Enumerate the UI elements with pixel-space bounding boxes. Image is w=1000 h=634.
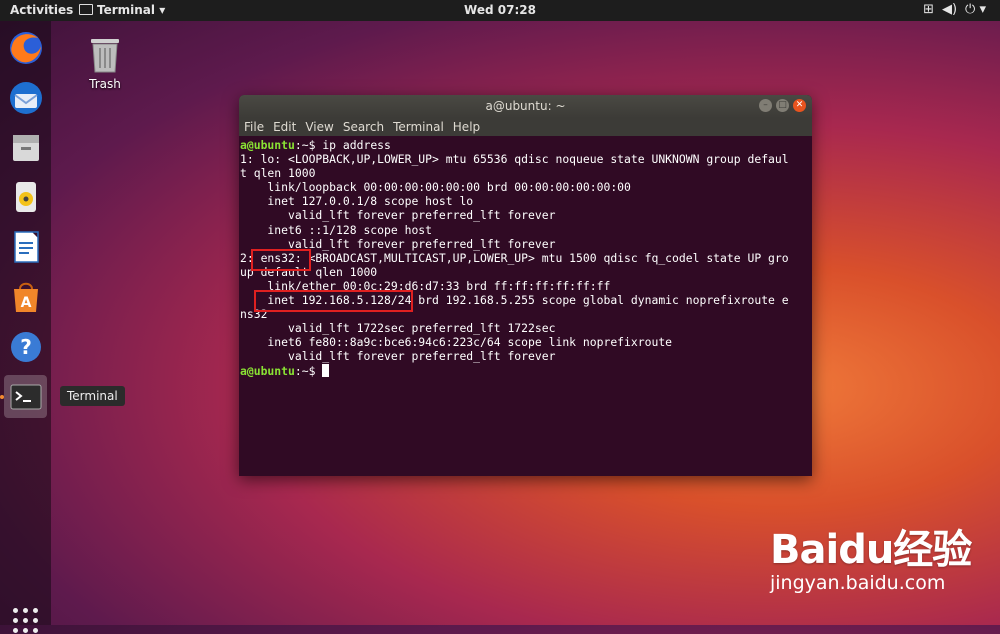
network-icon[interactable]: ⊞ [923,2,934,17]
output-line: inet 127.0.0.1/8 scope host lo [240,194,474,209]
baidu-watermark: Baidu经验 jingyan.baidu.com [770,517,972,594]
close-icon[interactable]: ✕ [793,99,806,112]
top-bar: Activities Terminal ▾ Wed 07:28 ⊞ ◀) ⏻ ▾ [0,0,1000,21]
firefox-icon[interactable] [4,26,47,69]
dock-tooltip: Terminal [60,386,125,406]
terminal-titlebar[interactable]: a@ubuntu: ~ – □ ✕ [239,95,812,118]
menu-terminal[interactable]: Terminal [393,120,444,134]
svg-text:A: A [20,295,31,311]
help-icon[interactable]: ? [4,325,47,368]
volume-icon[interactable]: ◀) [942,2,957,17]
software-icon[interactable]: A [4,275,47,318]
menu-file[interactable]: File [244,120,264,134]
output-line: link/loopback 00:00:00:00:00:00 brd 00:0… [240,180,631,195]
prompt-user: a@ubuntu [240,363,295,378]
show-applications-icon[interactable] [13,608,39,634]
output-line: t qlen 1000 [240,166,316,181]
menu-view[interactable]: View [305,120,333,134]
text-cursor [322,363,330,377]
maximize-icon[interactable]: □ [776,99,789,112]
thunderbird-icon[interactable] [4,76,47,119]
menu-search[interactable]: Search [343,120,384,134]
trash-desktop-icon[interactable]: Trash [82,36,128,91]
window-title: a@ubuntu: ~ [485,99,566,113]
prompt-suffix: :~$ [294,138,323,152]
menu-help[interactable]: Help [453,120,480,134]
command-text: ip address [322,138,391,152]
output-line: valid_lft forever preferred_lft forever [240,208,556,223]
output-line: 2: ens32: <BROADCAST,MULTICAST,UP,LOWER_… [240,250,789,265]
output-line: inet6 ::1/128 scope host [240,222,433,237]
output-line: valid_lft forever preferred_lft forever [240,349,556,364]
watermark-url: jingyan.baidu.com [770,572,946,594]
prompt-user: a@ubuntu [240,138,295,152]
output-line: 1: lo: <LOOPBACK,UP,LOWER_UP> mtu 65536 … [240,152,789,167]
terminal-output[interactable]: a@ubuntu:~$ ip address 1: lo: <LOOPBACK,U… [239,136,812,378]
highlight-interface-name [251,249,311,271]
minimize-icon[interactable]: – [759,99,772,112]
rhythmbox-icon[interactable] [4,175,47,218]
highlight-ip-address [254,290,413,312]
power-icon[interactable]: ⏻ ▾ [965,2,986,17]
menu-edit[interactable]: Edit [273,120,296,134]
terminal-menubar: File Edit View Search Terminal Help [239,118,812,136]
svg-text:?: ? [20,335,32,359]
command-line: a@ubuntu:~$ ip address [240,138,812,152]
writer-icon[interactable] [4,225,47,268]
clock[interactable]: Wed 07:28 [0,3,1000,17]
system-tray[interactable]: ⊞ ◀) ⏻ ▾ [915,2,986,17]
watermark-logo: Baidu经验 [770,527,972,573]
terminal-icon[interactable] [4,375,47,418]
prompt-suffix: :~$ [294,363,323,378]
dock: A ? [0,21,51,633]
output-line: up default qlen 1000 [240,264,378,279]
output-line: inet6 fe80::8a9c:bce6:94c6:223c/64 scope… [240,335,673,350]
output-line: valid_lft forever preferred_lft forever [240,236,556,251]
terminal-window[interactable]: a@ubuntu: ~ – □ ✕ File Edit View Search Term… [239,95,812,476]
trash-label: Trash [89,77,121,91]
trash-icon [91,39,119,73]
files-icon[interactable] [4,125,47,168]
prompt-line: a@ubuntu:~$ [240,363,812,378]
output-line: valid_lft 1722sec preferred_lft 1722sec [240,321,556,336]
